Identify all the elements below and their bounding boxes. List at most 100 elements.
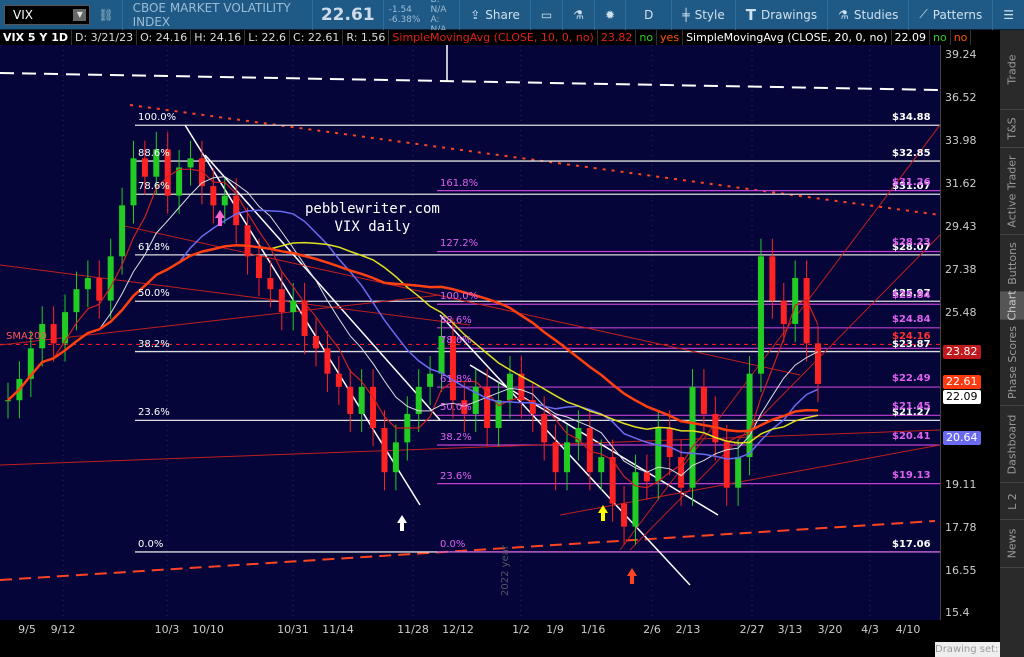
dashed-support-line: [0, 520, 936, 581]
gear-icon: ✹: [605, 7, 616, 22]
fib-ext-price-label: $20.41: [892, 430, 931, 442]
dotted-resistance-line: [129, 104, 941, 216]
link-icon[interactable]: ⛓: [98, 8, 113, 22]
fib-ext-pct-label: 61.8%: [440, 374, 472, 386]
up-arrow-icon: [627, 568, 637, 584]
fib-price-label: $34.88: [892, 112, 931, 124]
fib-ext-price-label: $21.45: [892, 401, 931, 413]
fib-ext-pct-label: 38.2%: [440, 431, 472, 443]
info-symbol: VIX 5 Y 1D: [0, 30, 72, 45]
date-axis[interactable]: 9/5 9/12 10/3 10/10 10/31 11/14 11/28 12/12 1/2 1…: [0, 620, 940, 642]
side-tab-trade[interactable]: Trade: [1000, 30, 1024, 110]
date-tick: 2/13: [675, 623, 701, 636]
side-tab-label: Buttons: [1005, 241, 1019, 285]
candle-body: [746, 373, 753, 458]
sma10-flag1: no: [636, 30, 658, 45]
list-icon: ☰: [1003, 7, 1014, 22]
flask-icon: ⚗: [573, 7, 585, 22]
bid: B: N/A: [430, 0, 447, 15]
candle-body: [73, 289, 80, 313]
fib-ext-pct-label: 161.8%: [440, 177, 479, 189]
candle-body: [700, 386, 707, 414]
fib-ext-pct-label: 78.6%: [440, 335, 472, 347]
fib-pct-label: 78.6%: [138, 181, 170, 193]
fib-ext-pct-label: 23.6%: [440, 470, 472, 482]
period-button[interactable]: D: [626, 0, 673, 30]
side-tab-news[interactable]: News: [1000, 520, 1024, 568]
price-tick: 39.24: [945, 48, 977, 61]
side-tab-label: News: [1005, 528, 1019, 559]
date-tick: 10/31: [277, 623, 309, 636]
candle-body: [347, 386, 354, 414]
price-badge: 23.82: [943, 345, 981, 359]
last-price: 22.61: [320, 4, 375, 25]
side-tab-active-trader[interactable]: Active Trader: [1000, 148, 1024, 235]
chart-canvas[interactable]: [0, 45, 941, 620]
drawings-button[interactable]: T Drawings: [736, 0, 829, 30]
date-tick: 1/2: [512, 623, 530, 636]
side-tab-dashboard[interactable]: Dashboard: [1000, 406, 1024, 483]
symbol-input[interactable]: VIX ▼: [4, 4, 91, 25]
symbol-description: CBOE MARKET VOLATILITY INDEX: [132, 0, 291, 29]
price-badge: 22.61: [943, 375, 981, 389]
candle-body: [221, 195, 228, 206]
alert-button[interactable]: ▭: [531, 0, 564, 30]
candle-body: [141, 158, 148, 177]
flask-button[interactable]: ⚗: [563, 0, 596, 30]
trend-line: [0, 264, 471, 326]
period-label: D: [644, 7, 654, 22]
sma20-flag2: no: [951, 30, 972, 45]
settings-button[interactable]: ✹: [595, 0, 627, 30]
candle-body: [541, 413, 548, 443]
patterns-button[interactable]: ⟋ Patterns: [909, 0, 994, 30]
candle-body: [392, 442, 399, 473]
flask-icon: ⚗: [838, 7, 849, 22]
sma10-study[interactable]: SimpleMovingAvg (CLOSE, 10, 0, no): [389, 30, 598, 45]
candle-body: [107, 256, 114, 301]
price-tick: 27.38: [945, 263, 977, 276]
text-icon: T: [745, 5, 756, 24]
drawing-set-label[interactable]: Drawing set: 2023-0306: [935, 642, 1000, 657]
sma10-value: 23.82: [598, 30, 637, 45]
chevron-down-icon[interactable]: ▼: [73, 8, 87, 21]
candle-body: [244, 225, 251, 257]
price-axis[interactable]: 39.24 36.52 33.98 31.62 29.43 27.38 25.48 19.11…: [940, 45, 998, 620]
price-chart[interactable]: pebblewriter.com VIX daily SMA200 2022 y…: [0, 45, 941, 620]
patterns-icon: ⟋: [919, 7, 928, 21]
fib-pct-label: 61.8%: [138, 241, 170, 253]
candle-body: [210, 186, 217, 206]
candle-body: [313, 336, 320, 349]
candle-body: [735, 457, 742, 488]
candle-body: [757, 256, 764, 374]
date-tick: 11/14: [322, 623, 354, 636]
candle-body: [655, 427, 662, 482]
candle-body: [780, 300, 787, 324]
candle-body: [586, 427, 593, 473]
side-tab-chart[interactable]: Chart: [1000, 290, 1024, 321]
price-tick: 31.62: [945, 177, 977, 190]
side-tab-label: Trade: [1005, 54, 1019, 85]
date-tick: 9/12: [50, 623, 76, 636]
fib-pct-label: 100.0%: [138, 112, 177, 124]
date-tick: 12/12: [442, 623, 474, 636]
style-button[interactable]: ╪ Style: [672, 0, 736, 30]
fib-pct-label: 50.0%: [138, 288, 170, 300]
menu-button[interactable]: ☰: [993, 0, 1024, 30]
sma200-label: SMA200: [6, 331, 47, 342]
side-tab-t-s[interactable]: T&S: [1000, 110, 1024, 148]
sma20-study[interactable]: SimpleMovingAvg (CLOSE, 20, 0, no): [683, 30, 892, 45]
fib-ext-pct-label: 100.0%: [440, 291, 479, 303]
side-tab-phase-scores[interactable]: Phase Scores: [1000, 320, 1024, 406]
fib-pct-label: 88.6%: [138, 148, 170, 160]
side-tab-l-2[interactable]: L 2: [1000, 483, 1024, 520]
side-tab-buttons[interactable]: Buttons: [1000, 235, 1024, 292]
studies-button[interactable]: ⚗ Studies: [828, 0, 910, 30]
red-level-label: $24.16: [892, 331, 931, 343]
candle-body: [84, 278, 91, 290]
studies-label: Studies: [853, 7, 899, 22]
share-button[interactable]: ⇪ Share: [460, 0, 531, 30]
info-range: R: 1.56: [343, 30, 390, 45]
alert-icon: ▭: [540, 7, 553, 22]
candle-body: [119, 205, 126, 257]
fib-pct-label: 23.6%: [138, 407, 170, 419]
